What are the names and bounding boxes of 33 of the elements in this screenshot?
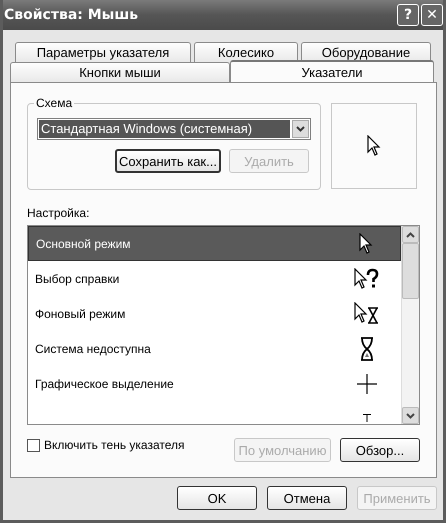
list-item[interactable]: Основной режим: [28, 226, 401, 261]
busy-cursor-icon: [354, 302, 380, 326]
tab[interactable]: Колесико: [194, 42, 298, 62]
text-cursor-icon: [363, 414, 371, 422]
list-item[interactable]: Фоновый режим: [28, 296, 401, 331]
list-item[interactable]: Система недоступна: [28, 331, 401, 366]
arrow-cursor-icon: [367, 135, 381, 157]
list-item[interactable]: Выбор справки: [28, 261, 401, 296]
hourglass-icon: [360, 336, 374, 360]
group-label: Схема: [34, 96, 74, 110]
dialog-button[interactable]: OK: [177, 486, 257, 510]
scroll-thumb[interactable]: [402, 243, 419, 299]
help-button[interactable]: ?: [397, 4, 419, 26]
list-item[interactable]: Графическое выделение: [28, 366, 401, 401]
arrow-cursor-icon: [359, 232, 373, 254]
scrollbar[interactable]: [401, 226, 419, 424]
checkbox[interactable]: [27, 438, 40, 452]
dialog-button[interactable]: Отмена: [267, 486, 347, 510]
shadow-checkbox[interactable]: Включить тень указателя: [27, 438, 185, 452]
browse-button[interactable]: Обзор...: [340, 438, 420, 462]
help-cursor-icon: [354, 268, 380, 290]
save-as-button[interactable]: Сохранить как...: [115, 149, 221, 173]
customize-label: Настройка:: [27, 206, 90, 220]
tab[interactable]: Указатели: [230, 60, 434, 82]
scheme-dropdown[interactable]: Стандартная Windows (системная): [37, 118, 311, 140]
close-button[interactable]: ✕: [421, 4, 443, 26]
window-title: Свойства: Мышь: [4, 7, 138, 23]
tab[interactable]: Кнопки мыши: [10, 62, 230, 82]
scroll-up-icon[interactable]: [402, 226, 419, 243]
crosshair-icon: [357, 374, 377, 394]
tab[interactable]: Оборудование: [301, 42, 431, 62]
tab[interactable]: Параметры указателя: [15, 42, 191, 62]
scroll-down-icon[interactable]: [402, 407, 419, 424]
